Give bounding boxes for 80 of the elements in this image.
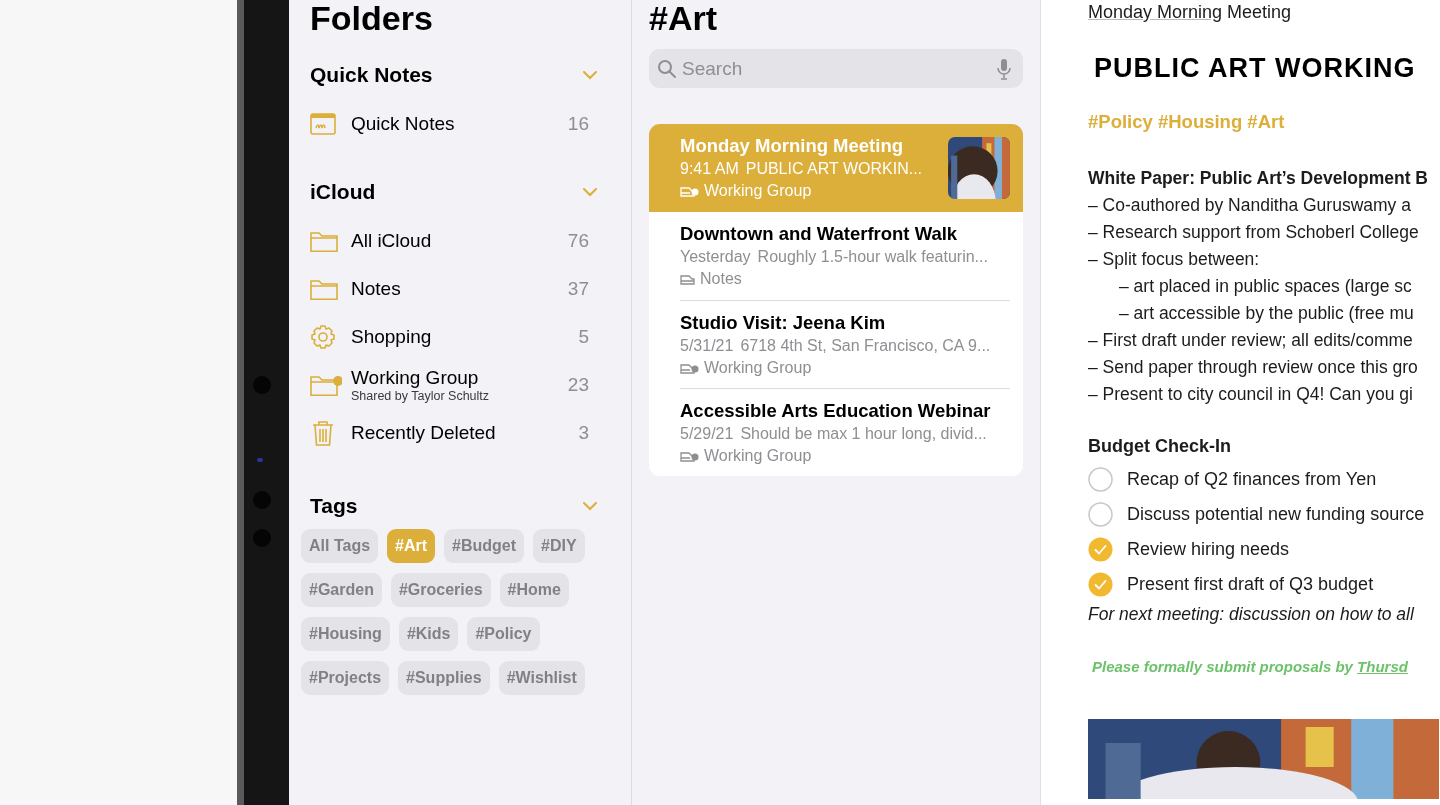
tag-chip[interactable]: #Budget	[444, 529, 525, 563]
shared-folder-icon	[680, 361, 699, 374]
note-title: Monday Morning Meeting	[680, 134, 904, 158]
microphone-icon	[997, 58, 1011, 80]
note-line: – Send paper through review once this gro	[1088, 356, 1419, 379]
folder-icon	[310, 278, 338, 300]
search-field[interactable]: Search	[649, 49, 1023, 88]
folder-item[interactable]: Recently Deleted 3	[310, 409, 597, 457]
checklist-title: Budget Check-In	[1088, 435, 1232, 458]
chevron-icon[interactable]	[583, 187, 597, 197]
tag-chip[interactable]: #Policy	[467, 617, 540, 651]
folder-item[interactable]: Working Group Shared by Taylor Schultz 23	[310, 361, 597, 409]
note-date-link[interactable]: Monday Morning Meeting	[1088, 0, 1440, 24]
folder-item[interactable]: Shopping 5	[310, 313, 597, 361]
handwritten-heading: PUBLIC ART WORKING	[1094, 52, 1417, 85]
note-line: – Present to city council in Q4! Can you gi	[1088, 383, 1414, 406]
italic-note: For next meeting: discussion on how to all	[1088, 603, 1416, 626]
folder-item[interactable]: All iCloud 76	[310, 217, 597, 265]
note-date: 5/29/21	[680, 423, 734, 444]
note-preview: PUBLIC ART WORKIN...	[745, 159, 923, 179]
section-title: Quick Notes	[310, 62, 433, 89]
folder-item[interactable]: Notes 37	[310, 265, 597, 313]
tag-chip[interactable]: #Kids	[398, 617, 459, 651]
gear-icon	[310, 324, 336, 350]
section-title: iCloud	[310, 179, 376, 206]
sidebar-title: Folders	[310, 0, 434, 36]
shared-folder-icon	[680, 449, 699, 462]
tag-chip[interactable]: #Projects	[301, 661, 390, 695]
note-heading: White Paper: Public Art’s Development B	[1088, 167, 1429, 190]
note-title: Downtown and Waterfront Walk	[680, 222, 959, 246]
checklist-item: Recap of Q2 finances from Yen	[1127, 468, 1377, 491]
folder-icon	[680, 273, 695, 285]
tag-chip[interactable]: #Home	[499, 573, 569, 607]
checked-circle-icon[interactable]	[1088, 537, 1113, 562]
checked-circle-icon[interactable]	[1088, 572, 1113, 597]
checklist-item: Present first draft of Q3 budget	[1127, 573, 1374, 596]
note-title: Studio Visit: Jeena Kim	[680, 310, 887, 335]
note-folder: Working Group	[704, 445, 812, 466]
tag-chip[interactable]: #Housing	[301, 617, 390, 651]
folder-icon	[310, 230, 338, 252]
tag-chip[interactable]: #DIY	[533, 529, 585, 563]
checklist-item: Review hiring needs	[1127, 538, 1290, 561]
note-preview: 6718 4th St, San Francisco, CA 9...	[740, 335, 991, 356]
handwritten-note: Please formally submit proposals by Thursd	[1092, 657, 1409, 677]
tag-chip[interactable]: #Art	[387, 529, 436, 563]
note-date: 9:41 AM	[680, 159, 739, 179]
tag-chip[interactable]: #Garden	[301, 573, 382, 607]
tag-chip[interactable]: #Supplies	[398, 661, 490, 695]
shared-folder-icon	[310, 374, 342, 396]
section-title: Tags	[310, 493, 358, 520]
search-icon	[657, 59, 677, 79]
note-title: Accessible Arts Education Webinar	[680, 398, 992, 423]
note-tags: #Policy #Housing #Art	[1088, 110, 1440, 134]
note-folder: Notes	[700, 269, 742, 289]
tag-chip[interactable]: All Tags	[301, 529, 379, 563]
chevron-icon[interactable]	[583, 70, 597, 80]
shared-folder-icon	[680, 185, 699, 197]
tag-chip[interactable]: #Wishlist	[498, 661, 585, 695]
note-row[interactable]: Monday Morning Meeting 9:41 AM PUBLIC ART WORKIN... Working Group	[649, 124, 1023, 212]
note-date: Yesterday	[680, 247, 751, 267]
note-date: 5/31/21	[680, 335, 734, 356]
note-line: – First draft under review; all edits/comme	[1088, 329, 1414, 352]
note-folder: Working Group	[704, 181, 812, 201]
note-folder: Working Group	[704, 357, 812, 378]
note-preview: Roughly 1.5-hour walk featurin...	[757, 247, 988, 267]
note-preview: Should be max 1 hour long, divid...	[740, 423, 987, 444]
note-line: – Research support from Schoberl College	[1088, 221, 1420, 244]
chevron-icon[interactable]	[583, 501, 597, 511]
note-line: – art placed in public spaces (large sc	[1118, 275, 1413, 298]
quick-note-icon	[310, 112, 336, 136]
unchecked-circle-icon[interactable]	[1088, 502, 1113, 527]
note-line: – Co-authored by Nanditha Guruswamy a	[1088, 194, 1412, 217]
list-title: #Art	[649, 0, 719, 36]
folder-item[interactable]: Quick Notes 16	[310, 100, 597, 148]
unchecked-circle-icon[interactable]	[1088, 467, 1113, 492]
note-line: – art accessible by the public (free mu	[1118, 302, 1415, 325]
checklist-item: Discuss potential new funding source	[1127, 503, 1425, 526]
trash-icon	[310, 420, 336, 446]
tag-chip[interactable]: #Groceries	[390, 573, 491, 607]
note-line: – Split focus between:	[1088, 248, 1261, 271]
